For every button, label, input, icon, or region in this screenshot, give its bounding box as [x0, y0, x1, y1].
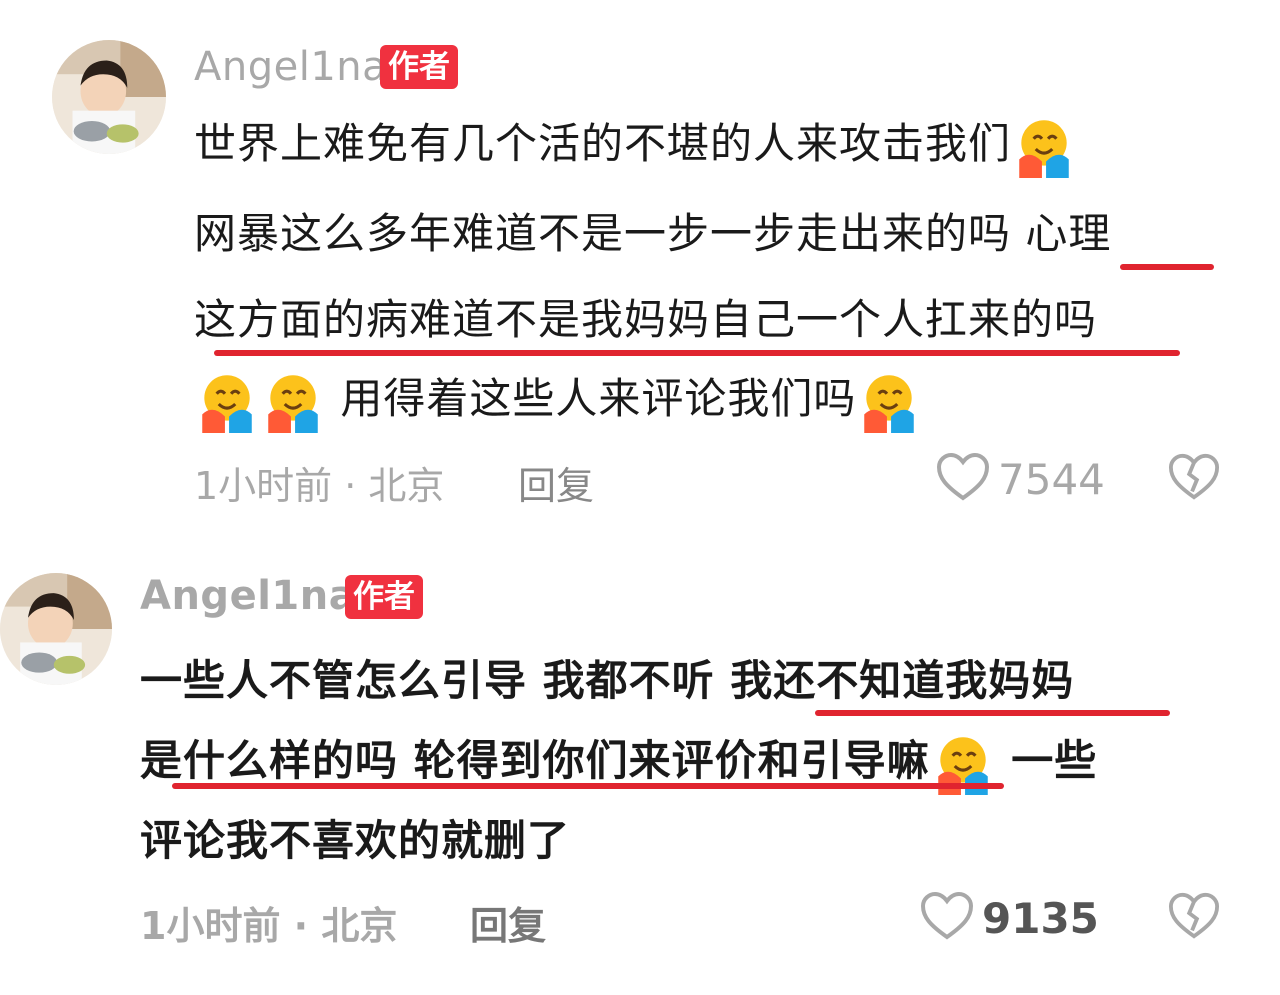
- comment-1: Angel1na 作者 世界上难免有几个活的不堪的人来攻击我们 网暴这么多年难道…: [0, 0, 1280, 520]
- like-button[interactable]: 9135: [920, 891, 1099, 945]
- comment-text-line: 一些人不管怎么引导 我都不听 我还不知道我妈妈: [140, 656, 1075, 705]
- comment-text-line: 网暴这么多年难道不是一步一步走出来的吗 心理: [194, 209, 1112, 258]
- comment-text-line: 评论我不喜欢的就删了: [140, 816, 571, 865]
- comment-2: Angel1na 作者 一些人不管怎么引导 我都不听 我还不知道我妈妈 是什么样…: [0, 555, 1280, 995]
- highlight-underline: [815, 710, 1170, 716]
- hugging-face-emoji-icon: [260, 369, 326, 435]
- like-count: 9135: [982, 893, 1099, 943]
- hugging-face-emoji-icon: [856, 369, 922, 435]
- broken-heart-icon[interactable]: [1168, 452, 1220, 506]
- reply-button[interactable]: 回复: [518, 455, 594, 510]
- hugging-face-emoji-icon: [1011, 114, 1077, 180]
- avatar[interactable]: [52, 40, 166, 154]
- like-count: 7544: [998, 454, 1105, 504]
- highlight-underline: [172, 783, 1004, 789]
- author-badge: 作者: [380, 45, 458, 89]
- highlight-underline: [1120, 264, 1214, 270]
- username[interactable]: Angel1na: [194, 44, 387, 90]
- timestamp-location: 1小时前 · 北京: [194, 464, 445, 508]
- heart-outline-icon[interactable]: [920, 891, 974, 945]
- author-badge: 作者: [345, 575, 423, 619]
- heart-outline-icon[interactable]: [936, 452, 990, 506]
- avatar[interactable]: [0, 573, 112, 685]
- timestamp-location: 1小时前 · 北京: [140, 904, 398, 948]
- highlight-underline: [214, 350, 1180, 356]
- reply-button[interactable]: 回复: [470, 895, 546, 950]
- like-button[interactable]: 7544: [936, 452, 1105, 506]
- hugging-face-emoji-icon: [194, 369, 260, 435]
- comment-text-line: 这方面的病难道不是我妈妈自己一个人扛来的吗: [194, 295, 1098, 344]
- comment-text-line: 世界上难免有几个活的不堪的人来攻击我们: [194, 110, 1077, 180]
- username[interactable]: Angel1na: [140, 573, 356, 619]
- broken-heart-icon[interactable]: [1168, 891, 1220, 945]
- comment-text-line: 用得着这些人来评论我们吗: [194, 365, 922, 435]
